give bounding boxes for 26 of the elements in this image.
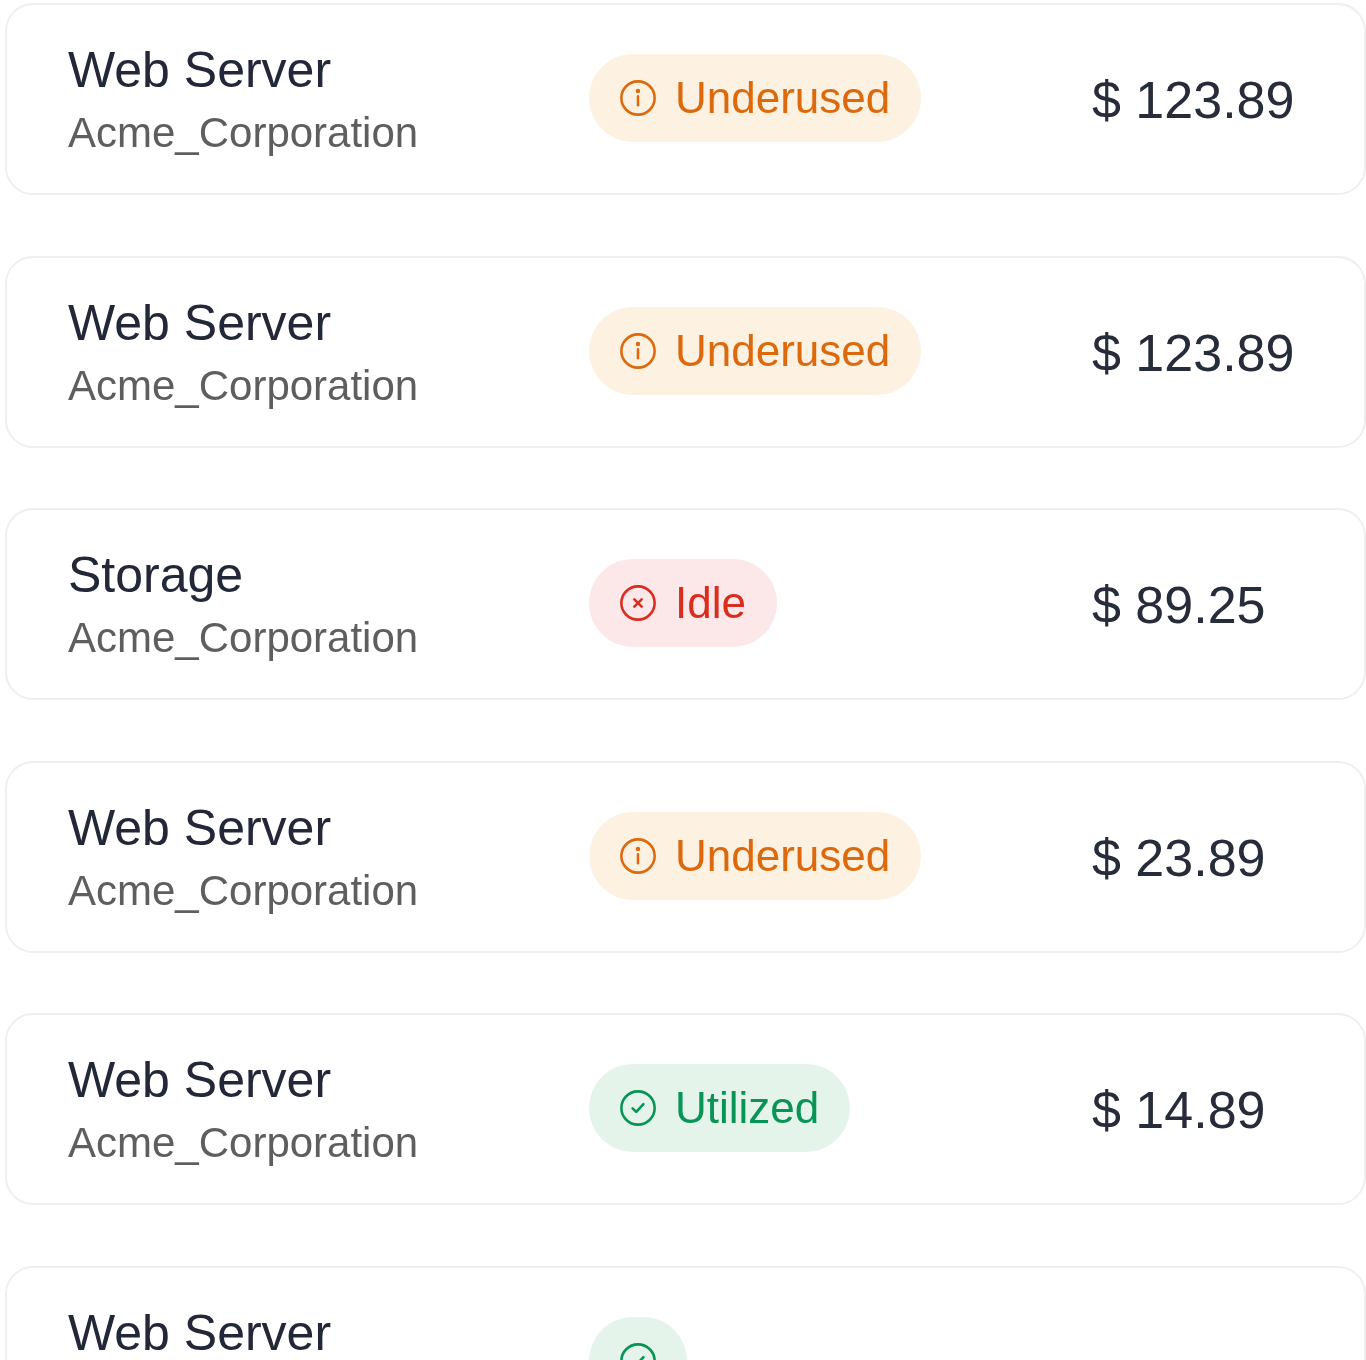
company-name: Acme_Corporation: [68, 360, 419, 411]
price: $ 89.25: [1092, 575, 1266, 636]
price: $ 14.89: [1092, 1080, 1266, 1141]
price: $ 23.89: [1092, 827, 1266, 888]
resource-name: Web Server: [68, 1055, 332, 1106]
resource-name: Web Server: [68, 802, 332, 853]
company-name: Acme_Corporation: [68, 865, 419, 916]
info-icon: [620, 837, 656, 874]
x-circle-icon: [620, 585, 656, 622]
price: $ 123.89: [1092, 322, 1295, 383]
check-circle-icon: [620, 1090, 656, 1127]
price: $ 123.89: [1092, 70, 1295, 130]
info-icon: [620, 80, 656, 116]
info-icon: [620, 332, 656, 369]
resource-name: Web Server: [68, 1307, 332, 1358]
status-label: Idle: [675, 577, 746, 630]
company-name: Acme_Corporation: [68, 108, 419, 158]
status-label: Underused: [675, 324, 891, 377]
company-name: Acme_Corporation: [68, 1118, 419, 1169]
status-label: Underused: [675, 72, 891, 124]
resource-name: Web Server: [68, 45, 332, 95]
status-label: Underused: [675, 829, 891, 882]
status-label: Utilized: [675, 1082, 820, 1135]
company-name: Acme_Corporation: [68, 613, 419, 664]
resource-name: Web Server: [68, 297, 332, 348]
resource-name: Storage: [68, 550, 244, 601]
